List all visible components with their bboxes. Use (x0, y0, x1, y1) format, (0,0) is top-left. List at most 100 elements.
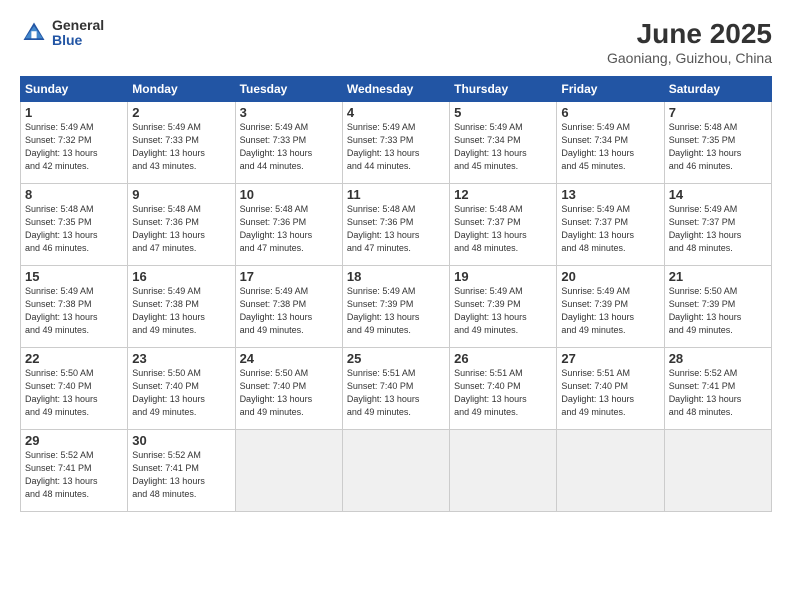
day-number: 6 (561, 105, 659, 120)
day-number: 12 (454, 187, 552, 202)
weekday-header-wednesday: Wednesday (342, 77, 449, 102)
day-info: Sunrise: 5:49 AM Sunset: 7:39 PM Dayligh… (454, 285, 552, 337)
logo: General Blue (20, 18, 104, 49)
day-info: Sunrise: 5:49 AM Sunset: 7:34 PM Dayligh… (561, 121, 659, 173)
day-number: 11 (347, 187, 445, 202)
weekday-header-tuesday: Tuesday (235, 77, 342, 102)
day-number: 19 (454, 269, 552, 284)
day-number: 14 (669, 187, 767, 202)
day-info: Sunrise: 5:48 AM Sunset: 7:36 PM Dayligh… (132, 203, 230, 255)
day-info: Sunrise: 5:48 AM Sunset: 7:36 PM Dayligh… (240, 203, 338, 255)
calendar-cell: 12Sunrise: 5:48 AM Sunset: 7:37 PM Dayli… (450, 184, 557, 266)
day-info: Sunrise: 5:49 AM Sunset: 7:34 PM Dayligh… (454, 121, 552, 173)
weekday-header-monday: Monday (128, 77, 235, 102)
day-info: Sunrise: 5:52 AM Sunset: 7:41 PM Dayligh… (25, 449, 123, 501)
day-info: Sunrise: 5:52 AM Sunset: 7:41 PM Dayligh… (669, 367, 767, 419)
calendar-cell: 1Sunrise: 5:49 AM Sunset: 7:32 PM Daylig… (21, 102, 128, 184)
day-info: Sunrise: 5:49 AM Sunset: 7:39 PM Dayligh… (561, 285, 659, 337)
day-number: 27 (561, 351, 659, 366)
day-number: 2 (132, 105, 230, 120)
calendar-cell (557, 430, 664, 512)
day-info: Sunrise: 5:51 AM Sunset: 7:40 PM Dayligh… (561, 367, 659, 419)
logo-general-label: General (52, 18, 104, 33)
day-info: Sunrise: 5:48 AM Sunset: 7:36 PM Dayligh… (347, 203, 445, 255)
weekday-header-friday: Friday (557, 77, 664, 102)
logo-blue-label: Blue (52, 33, 104, 48)
day-number: 5 (454, 105, 552, 120)
calendar-table: SundayMondayTuesdayWednesdayThursdayFrid… (20, 76, 772, 512)
week-row-1: 1Sunrise: 5:49 AM Sunset: 7:32 PM Daylig… (21, 102, 772, 184)
title-block: June 2025 Gaoniang, Guizhou, China (607, 18, 772, 66)
day-info: Sunrise: 5:49 AM Sunset: 7:37 PM Dayligh… (561, 203, 659, 255)
day-number: 8 (25, 187, 123, 202)
day-info: Sunrise: 5:52 AM Sunset: 7:41 PM Dayligh… (132, 449, 230, 501)
day-info: Sunrise: 5:49 AM Sunset: 7:32 PM Dayligh… (25, 121, 123, 173)
day-info: Sunrise: 5:50 AM Sunset: 7:40 PM Dayligh… (132, 367, 230, 419)
weekday-header-saturday: Saturday (664, 77, 771, 102)
day-number: 20 (561, 269, 659, 284)
weekday-header-row: SundayMondayTuesdayWednesdayThursdayFrid… (21, 77, 772, 102)
calendar-cell: 10Sunrise: 5:48 AM Sunset: 7:36 PM Dayli… (235, 184, 342, 266)
calendar-cell: 30Sunrise: 5:52 AM Sunset: 7:41 PM Dayli… (128, 430, 235, 512)
day-number: 29 (25, 433, 123, 448)
calendar-cell: 28Sunrise: 5:52 AM Sunset: 7:41 PM Dayli… (664, 348, 771, 430)
calendar-cell: 24Sunrise: 5:50 AM Sunset: 7:40 PM Dayli… (235, 348, 342, 430)
day-number: 28 (669, 351, 767, 366)
day-number: 3 (240, 105, 338, 120)
day-number: 30 (132, 433, 230, 448)
day-number: 21 (669, 269, 767, 284)
day-number: 18 (347, 269, 445, 284)
calendar-cell: 29Sunrise: 5:52 AM Sunset: 7:41 PM Dayli… (21, 430, 128, 512)
day-info: Sunrise: 5:49 AM Sunset: 7:38 PM Dayligh… (132, 285, 230, 337)
week-row-3: 15Sunrise: 5:49 AM Sunset: 7:38 PM Dayli… (21, 266, 772, 348)
calendar-cell: 17Sunrise: 5:49 AM Sunset: 7:38 PM Dayli… (235, 266, 342, 348)
day-number: 15 (25, 269, 123, 284)
calendar-cell: 9Sunrise: 5:48 AM Sunset: 7:36 PM Daylig… (128, 184, 235, 266)
calendar-cell: 18Sunrise: 5:49 AM Sunset: 7:39 PM Dayli… (342, 266, 449, 348)
day-number: 7 (669, 105, 767, 120)
logo-icon (20, 19, 48, 47)
calendar-cell: 15Sunrise: 5:49 AM Sunset: 7:38 PM Dayli… (21, 266, 128, 348)
day-info: Sunrise: 5:48 AM Sunset: 7:35 PM Dayligh… (669, 121, 767, 173)
day-info: Sunrise: 5:50 AM Sunset: 7:40 PM Dayligh… (25, 367, 123, 419)
day-number: 1 (25, 105, 123, 120)
calendar-cell: 16Sunrise: 5:49 AM Sunset: 7:38 PM Dayli… (128, 266, 235, 348)
day-info: Sunrise: 5:48 AM Sunset: 7:35 PM Dayligh… (25, 203, 123, 255)
calendar-cell: 20Sunrise: 5:49 AM Sunset: 7:39 PM Dayli… (557, 266, 664, 348)
week-row-4: 22Sunrise: 5:50 AM Sunset: 7:40 PM Dayli… (21, 348, 772, 430)
calendar-cell: 8Sunrise: 5:48 AM Sunset: 7:35 PM Daylig… (21, 184, 128, 266)
calendar-cell: 19Sunrise: 5:49 AM Sunset: 7:39 PM Dayli… (450, 266, 557, 348)
day-number: 24 (240, 351, 338, 366)
calendar-subtitle: Gaoniang, Guizhou, China (607, 50, 772, 66)
day-info: Sunrise: 5:49 AM Sunset: 7:33 PM Dayligh… (132, 121, 230, 173)
calendar-cell: 27Sunrise: 5:51 AM Sunset: 7:40 PM Dayli… (557, 348, 664, 430)
day-info: Sunrise: 5:50 AM Sunset: 7:39 PM Dayligh… (669, 285, 767, 337)
day-info: Sunrise: 5:49 AM Sunset: 7:33 PM Dayligh… (347, 121, 445, 173)
day-number: 23 (132, 351, 230, 366)
logo-text: General Blue (52, 18, 104, 49)
day-number: 26 (454, 351, 552, 366)
calendar-cell: 25Sunrise: 5:51 AM Sunset: 7:40 PM Dayli… (342, 348, 449, 430)
calendar-cell: 4Sunrise: 5:49 AM Sunset: 7:33 PM Daylig… (342, 102, 449, 184)
week-row-5: 29Sunrise: 5:52 AM Sunset: 7:41 PM Dayli… (21, 430, 772, 512)
calendar-cell: 7Sunrise: 5:48 AM Sunset: 7:35 PM Daylig… (664, 102, 771, 184)
calendar-cell: 26Sunrise: 5:51 AM Sunset: 7:40 PM Dayli… (450, 348, 557, 430)
calendar-cell: 22Sunrise: 5:50 AM Sunset: 7:40 PM Dayli… (21, 348, 128, 430)
header: General Blue June 2025 Gaoniang, Guizhou… (20, 18, 772, 66)
day-info: Sunrise: 5:50 AM Sunset: 7:40 PM Dayligh… (240, 367, 338, 419)
calendar-cell: 2Sunrise: 5:49 AM Sunset: 7:33 PM Daylig… (128, 102, 235, 184)
day-number: 25 (347, 351, 445, 366)
calendar-cell (664, 430, 771, 512)
calendar-title: June 2025 (607, 18, 772, 50)
calendar-cell: 3Sunrise: 5:49 AM Sunset: 7:33 PM Daylig… (235, 102, 342, 184)
day-number: 16 (132, 269, 230, 284)
day-info: Sunrise: 5:49 AM Sunset: 7:33 PM Dayligh… (240, 121, 338, 173)
weekday-header-thursday: Thursday (450, 77, 557, 102)
day-number: 17 (240, 269, 338, 284)
calendar-cell: 5Sunrise: 5:49 AM Sunset: 7:34 PM Daylig… (450, 102, 557, 184)
calendar-cell: 11Sunrise: 5:48 AM Sunset: 7:36 PM Dayli… (342, 184, 449, 266)
calendar-cell: 21Sunrise: 5:50 AM Sunset: 7:39 PM Dayli… (664, 266, 771, 348)
week-row-2: 8Sunrise: 5:48 AM Sunset: 7:35 PM Daylig… (21, 184, 772, 266)
day-info: Sunrise: 5:49 AM Sunset: 7:37 PM Dayligh… (669, 203, 767, 255)
day-info: Sunrise: 5:49 AM Sunset: 7:38 PM Dayligh… (25, 285, 123, 337)
